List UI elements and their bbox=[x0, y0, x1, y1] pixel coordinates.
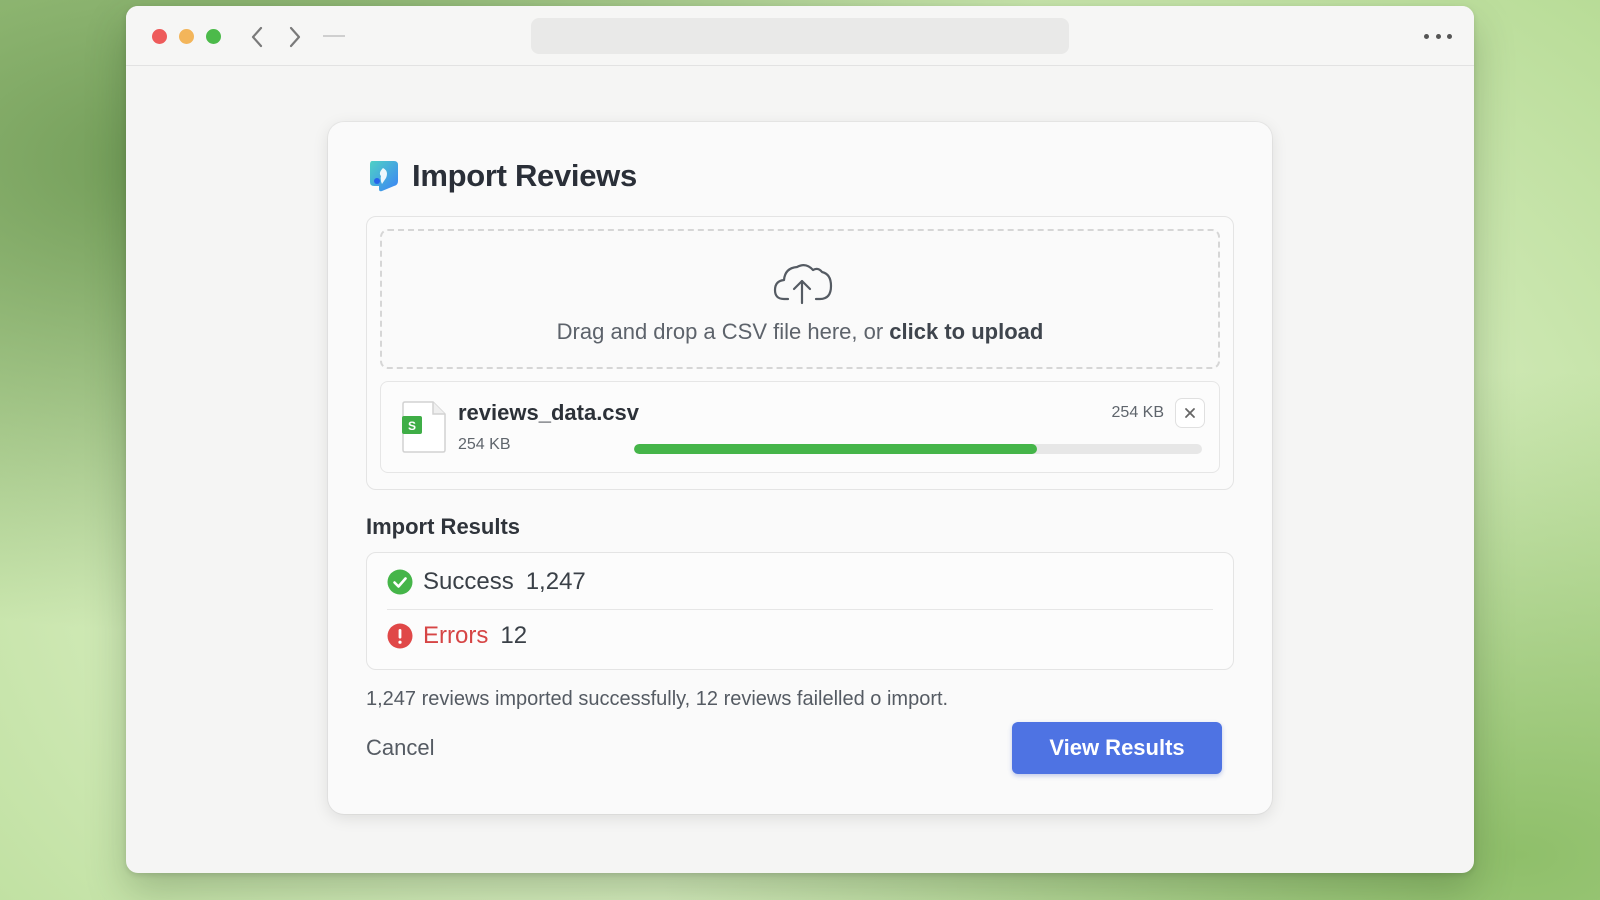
success-count: 1,247 bbox=[525, 568, 586, 595]
errors-label: Errors bbox=[423, 622, 489, 649]
file-badge: S bbox=[408, 419, 416, 433]
import-dialog: Import Reviews Drag and drop a CSV file … bbox=[328, 122, 1272, 814]
errors-row: Errors 12 bbox=[387, 619, 527, 653]
file-size-total: 254 KB bbox=[1111, 404, 1164, 421]
title-bar bbox=[126, 6, 1474, 66]
forward-button[interactable] bbox=[284, 26, 306, 48]
dropzone[interactable]: Drag and drop a CSV file here, or click … bbox=[380, 229, 1220, 369]
success-row: Success 1,247 bbox=[387, 565, 586, 599]
import-summary: 1,247 reviews imported successfully, 12 … bbox=[366, 688, 949, 710]
more-dot-icon bbox=[1424, 33, 1429, 39]
address-bar[interactable] bbox=[531, 18, 1069, 54]
dropzone-text: Drag and drop a CSV file here, or click … bbox=[382, 319, 1218, 345]
dialog-header: Import Reviews bbox=[368, 156, 637, 196]
upload-progress-fill bbox=[634, 444, 1038, 454]
chevron-left-icon bbox=[251, 26, 263, 48]
file-size: 254 KB bbox=[458, 436, 511, 453]
click-to-upload-link[interactable]: click to upload bbox=[889, 319, 1043, 344]
back-button[interactable] bbox=[246, 26, 268, 48]
view-results-button[interactable]: View Results bbox=[1012, 722, 1222, 774]
cancel-button[interactable]: Cancel bbox=[366, 734, 434, 762]
errors-count: 12 bbox=[500, 622, 528, 649]
success-label: Success bbox=[423, 568, 514, 595]
csv-file-icon: S bbox=[402, 401, 446, 453]
results-card: Success 1,247 Errors 12 bbox=[366, 552, 1234, 670]
more-dot-icon bbox=[1447, 33, 1452, 39]
results-title: Import Results bbox=[366, 514, 521, 539]
more-dot-icon bbox=[1435, 33, 1441, 39]
close-icon bbox=[1185, 408, 1195, 418]
check-circle-icon bbox=[387, 569, 413, 595]
chevron-right-icon bbox=[289, 26, 301, 48]
dialog-title: Import Reviews bbox=[412, 158, 637, 193]
error-circle-icon bbox=[387, 623, 413, 649]
toolbar-separator bbox=[323, 35, 345, 37]
more-options-button[interactable] bbox=[1424, 28, 1452, 44]
zoom-window-button[interactable] bbox=[206, 29, 221, 44]
close-window-button[interactable] bbox=[152, 29, 167, 44]
upload-progress-bar bbox=[634, 444, 1202, 454]
file-row: S reviews_data.csv 254 KB 254 KB bbox=[380, 381, 1220, 473]
dropzone-instruction: Drag and drop a CSV file here, or bbox=[556, 319, 890, 344]
minimize-window-button[interactable] bbox=[179, 29, 194, 44]
cloud-upload-icon bbox=[773, 263, 833, 305]
app-icon bbox=[370, 161, 398, 192]
remove-file-button[interactable] bbox=[1175, 398, 1205, 428]
results-divider bbox=[387, 609, 1213, 610]
file-name: reviews_data.csv bbox=[458, 400, 640, 425]
browser-window: Import Reviews Drag and drop a CSV file … bbox=[126, 6, 1474, 873]
upload-card: Drag and drop a CSV file here, or click … bbox=[366, 216, 1234, 490]
